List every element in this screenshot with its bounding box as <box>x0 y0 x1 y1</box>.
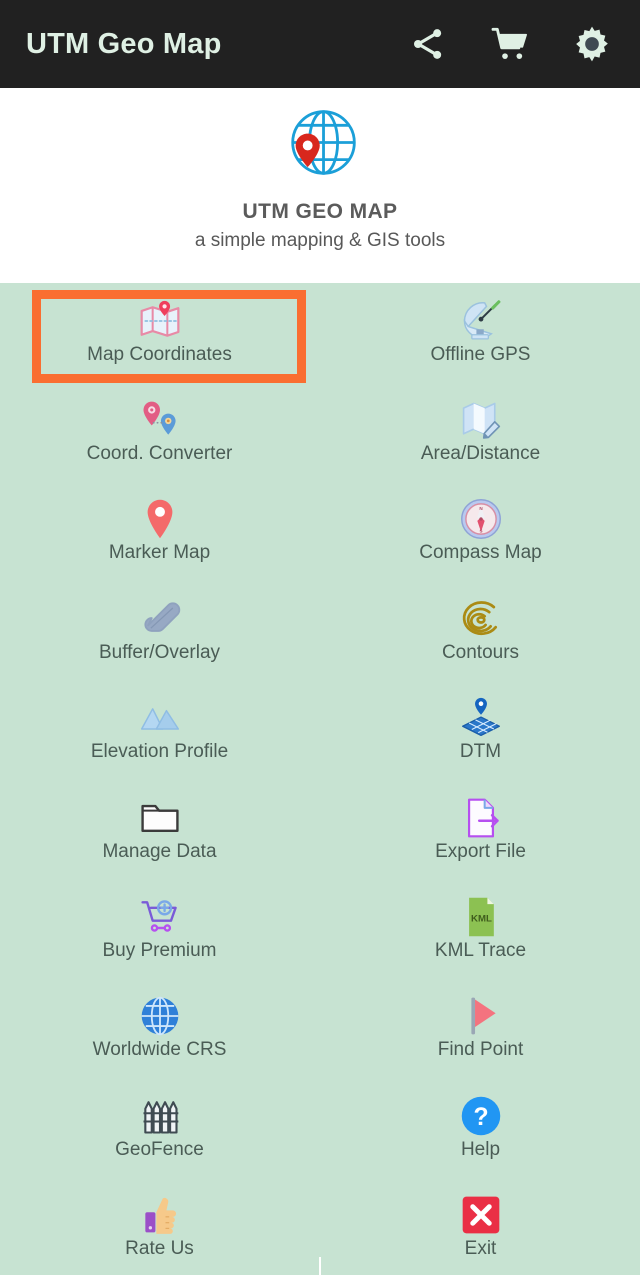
gear-icon[interactable] <box>572 24 612 64</box>
grid-item-offline-gps[interactable]: Offline GPS <box>321 283 640 381</box>
grid-item-map-coordinates[interactable]: Map Coordinates <box>0 283 319 383</box>
grid-item-label: Exit <box>464 1238 497 1260</box>
grid-item-coord-converter[interactable]: Coord. Converter <box>0 382 319 480</box>
grid-item-label: Manage Data <box>102 840 217 862</box>
grid-item-buy-premium[interactable]: Buy Premium <box>0 879 319 977</box>
grid-item-compass-map[interactable]: N S Compass Map <box>321 481 640 580</box>
grid-item-label: DTM <box>459 741 502 763</box>
grid-item-label: Marker Map <box>108 542 211 564</box>
thumbs-up-icon <box>137 1192 183 1238</box>
compass-icon: N S <box>458 496 504 542</box>
grid-item-kml-trace[interactable]: KML KML Trace <box>321 879 640 977</box>
contour-rings-icon <box>458 596 504 642</box>
grid-item-geofence[interactable]: GeoFence <box>0 1078 319 1176</box>
app-title: UTM Geo Map <box>26 27 222 60</box>
svg-text:?: ? <box>473 1104 488 1131</box>
grid-item-label: Compass Map <box>419 542 542 564</box>
grid-item-dtm[interactable]: DTM <box>321 680 640 778</box>
app-bar-actions <box>408 24 618 64</box>
grid-item-label: Elevation Profile <box>90 741 229 763</box>
grid-item-export-file[interactable]: Export File <box>321 779 640 878</box>
grid-item-area-distance[interactable]: Area/Distance <box>321 382 640 480</box>
grid-item-help[interactable]: ? Help <box>321 1078 640 1176</box>
svg-text:N: N <box>479 507 482 512</box>
map-marker-icon <box>137 496 183 542</box>
app-bar: UTM Geo Map <box>0 0 640 88</box>
grid-item-label: Export File <box>435 840 526 862</box>
file-export-icon <box>458 795 504 841</box>
feature-grid: Map Coordinates Offline GPS Coord. Conve… <box>0 283 640 1275</box>
map-pencil-icon <box>458 397 504 443</box>
grid-item-label: Buffer/Overlay <box>98 641 221 663</box>
brand-header: UTM GEO MAP a simple mapping & GIS tools <box>0 88 640 283</box>
close-square-icon <box>458 1192 504 1238</box>
terrain-grid-pin-icon <box>458 695 504 741</box>
grid-item-exit[interactable]: Exit <box>321 1177 640 1275</box>
grid-item-marker-map[interactable]: Marker Map <box>0 481 319 580</box>
grid-item-label: Buy Premium <box>102 940 217 962</box>
kml-file-icon: KML <box>458 894 504 940</box>
svg-text:KML: KML <box>471 914 492 925</box>
grid-item-label: Coord. Converter <box>86 443 233 465</box>
globe-pin-logo-icon <box>276 102 364 190</box>
grid-item-rate-us[interactable]: Rate Us <box>0 1177 319 1275</box>
grid-item-label: GeoFence <box>115 1138 204 1160</box>
two-pins-icon <box>137 397 183 443</box>
grid-item-label: Worldwide CRS <box>92 1039 227 1061</box>
grid-item-label: Help <box>460 1138 501 1160</box>
grid-item-label: Find Point <box>437 1039 524 1061</box>
folder-icon <box>137 795 183 841</box>
buffer-shape-icon <box>137 596 183 642</box>
grid-item-manage-data[interactable]: Manage Data <box>0 779 319 878</box>
cart-plus-icon <box>137 894 183 940</box>
brand-tagline: a simple mapping & GIS tools <box>194 230 446 251</box>
grid-item-find-point[interactable]: Find Point <box>321 978 640 1077</box>
cart-icon[interactable] <box>490 24 530 64</box>
grid-item-label: Contours <box>441 641 520 663</box>
grid-item-label: Map Coordinates <box>87 343 232 365</box>
svg-text:S: S <box>479 529 482 534</box>
grid-item-elevation-profile[interactable]: Elevation Profile <box>0 680 319 778</box>
folded-map-pin-icon <box>137 298 183 344</box>
fence-icon <box>137 1093 183 1139</box>
grid-item-label: KML Trace <box>434 940 527 962</box>
grid-item-label: Area/Distance <box>420 443 541 465</box>
satellite-dish-icon <box>458 298 504 344</box>
grid-item-label: Rate Us <box>125 1238 194 1260</box>
mountains-icon <box>137 695 183 741</box>
share-icon[interactable] <box>408 24 448 64</box>
grid-item-buffer-overlay[interactable]: Buffer/Overlay <box>0 581 319 679</box>
grid-item-contours[interactable]: Contours <box>321 581 640 679</box>
globe-icon <box>137 993 183 1039</box>
flag-icon <box>458 993 504 1039</box>
grid-item-label: Offline GPS <box>430 343 531 365</box>
grid-item-worldwide-crs[interactable]: Worldwide CRS <box>0 978 319 1077</box>
brand-name: UTM GEO MAP <box>242 200 398 223</box>
question-circle-icon: ? <box>458 1093 504 1139</box>
